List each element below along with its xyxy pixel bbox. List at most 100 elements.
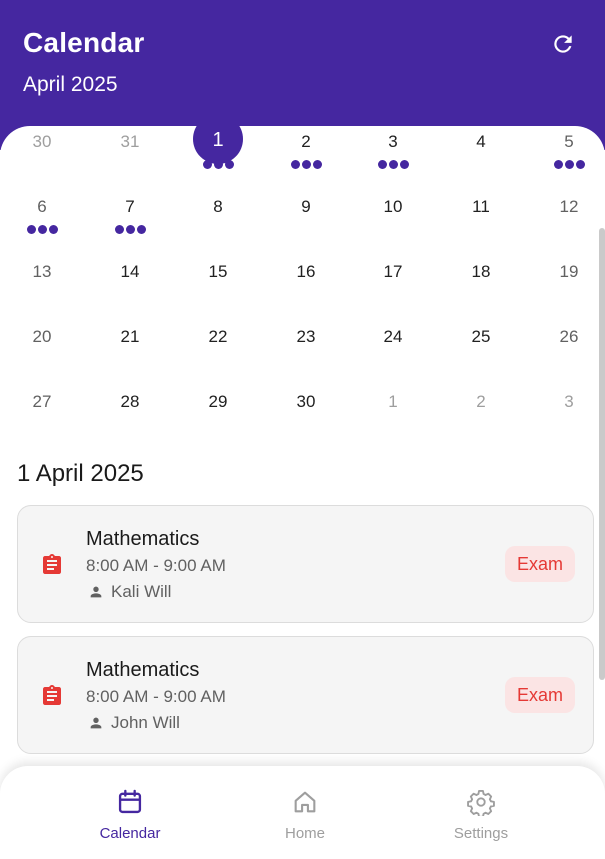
calendar-day-number: 3 (564, 392, 574, 411)
calendar-day-number: 3 (388, 132, 398, 151)
nav-calendar-label: Calendar (99, 825, 161, 842)
event-card[interactable]: Mathematics 8:00 AM - 9:00 AM John Will … (17, 636, 594, 754)
event-dot (312, 160, 322, 169)
calendar-day[interactable]: 2 (262, 128, 350, 188)
nav-home[interactable]: Home (217, 766, 393, 859)
calendar-day[interactable]: 30 (262, 388, 350, 448)
calendar-day[interactable]: 14 (86, 258, 174, 318)
calendar-day-number: 7 (125, 197, 135, 216)
refresh-icon (554, 35, 572, 53)
calendar-day-number: 30 (32, 132, 52, 151)
calendar-day[interactable]: 10 (349, 193, 437, 253)
calendar-day[interactable]: 17 (349, 258, 437, 318)
calendar-day-number: 17 (383, 262, 403, 281)
calendar-day-number: 15 (208, 262, 228, 281)
person-icon (90, 717, 102, 729)
event-card[interactable]: Mathematics 8:00 AM - 9:00 AM Kali Will … (17, 505, 594, 623)
event-subject: Mathematics (86, 528, 200, 550)
calendar-day[interactable]: 24 (349, 323, 437, 383)
calendar-day[interactable]: 28 (86, 388, 174, 448)
event-time: 8:00 AM - 9:00 AM (86, 687, 226, 706)
calendar-day-number: 8 (213, 197, 223, 216)
calendar-day-number: 21 (120, 327, 140, 346)
calendar-day[interactable]: 6 (0, 193, 86, 253)
calendar-day[interactable]: 11 (437, 193, 525, 253)
calendar-day[interactable]: 7 (86, 193, 174, 253)
calendar-day[interactable]: 27 (0, 388, 86, 448)
scrollbar[interactable] (599, 228, 605, 680)
event-dot (564, 160, 574, 169)
page-title: Calendar (23, 27, 145, 58)
calendar-day[interactable]: 23 (262, 323, 350, 383)
event-teacher: John Will (111, 713, 180, 732)
refresh-button[interactable] (549, 30, 577, 58)
assignment-icon (43, 554, 61, 574)
calendar-day-number: 27 (32, 392, 52, 411)
event-dots (0, 225, 86, 235)
gear-icon (467, 789, 495, 816)
event-time: 8:00 AM - 9:00 AM (86, 556, 226, 575)
calendar-day-number: 18 (471, 262, 491, 281)
calendar-day[interactable]: 3 (525, 388, 605, 448)
calendar-day[interactable]: 3 (349, 128, 437, 188)
calendar-day[interactable]: 8 (174, 193, 262, 253)
calendar-day[interactable]: 15 (174, 258, 262, 318)
calendar-day[interactable]: 29 (174, 388, 262, 448)
calendar-day[interactable]: 21 (86, 323, 174, 383)
event-dot (114, 225, 124, 234)
calendar-day-number: 19 (559, 262, 579, 281)
nav-calendar[interactable]: Calendar (42, 766, 218, 859)
nav-settings[interactable]: Settings (393, 766, 569, 859)
event-type-badge: Exam (505, 677, 575, 713)
calendar-day[interactable]: 25 (437, 323, 525, 383)
nav-settings-label: Settings (453, 825, 509, 842)
calendar-day[interactable]: 22 (174, 323, 262, 383)
calendar-day[interactable]: 9 (262, 193, 350, 253)
calendar-day-number: 24 (383, 327, 403, 346)
month-label: April 2025 (23, 73, 118, 96)
calendar-day-number: 2 (301, 132, 311, 151)
calendar-day-number: 2 (476, 392, 486, 411)
calendar-day[interactable]: 26 (525, 323, 605, 383)
calendar-day-number: 6 (37, 197, 47, 216)
event-subject: Mathematics (86, 659, 200, 681)
assignment-icon (43, 685, 61, 705)
calendar-icon (118, 789, 142, 814)
calendar-day[interactable]: 12 (525, 193, 605, 253)
event-dots (174, 160, 262, 170)
event-dots (86, 225, 174, 235)
event-dot (125, 225, 135, 234)
calendar-day[interactable]: 30 (0, 128, 86, 188)
calendar-day-number: 13 (32, 262, 52, 281)
event-dot (399, 160, 409, 169)
calendar-day-number: 1 (212, 129, 224, 151)
calendar-day[interactable]: 2 (437, 388, 525, 448)
calendar-day[interactable]: 20 (0, 323, 86, 383)
event-dot (213, 160, 223, 169)
event-dots (525, 160, 605, 170)
calendar-day[interactable]: 18 (437, 258, 525, 318)
calendar-day-number: 1 (388, 392, 398, 411)
event-dot (290, 160, 300, 169)
event-teacher: Kali Will (111, 582, 172, 601)
calendar-day-number: 5 (564, 132, 574, 151)
calendar-day[interactable]: 13 (0, 258, 86, 318)
calendar-day-number: 12 (559, 197, 579, 216)
event-dot (26, 225, 36, 234)
event-dot (224, 160, 234, 169)
content-sheet: 30 31 1 2 3 4 5 6 7 8 9 10 11 12 13 14 15 16 17 18 19 20 21 22 2… (0, 126, 605, 859)
calendar-day[interactable]: 19 (525, 258, 605, 318)
calendar-day[interactable]: 31 (86, 128, 174, 188)
event-dot (48, 225, 58, 234)
calendar-day[interactable]: 4 (437, 128, 525, 188)
calendar-day[interactable]: 1 (174, 126, 262, 188)
calendar-day[interactable]: 5 (525, 128, 605, 188)
calendar-day[interactable]: 16 (262, 258, 350, 318)
calendar-day[interactable]: 1 (349, 388, 437, 448)
calendar-day-number: 20 (32, 327, 52, 346)
event-dot (301, 160, 311, 169)
event-dot (377, 160, 387, 169)
calendar-day-number: 28 (120, 392, 140, 411)
calendar-day-number: 30 (296, 392, 316, 411)
calendar-day-number: 26 (559, 327, 579, 346)
